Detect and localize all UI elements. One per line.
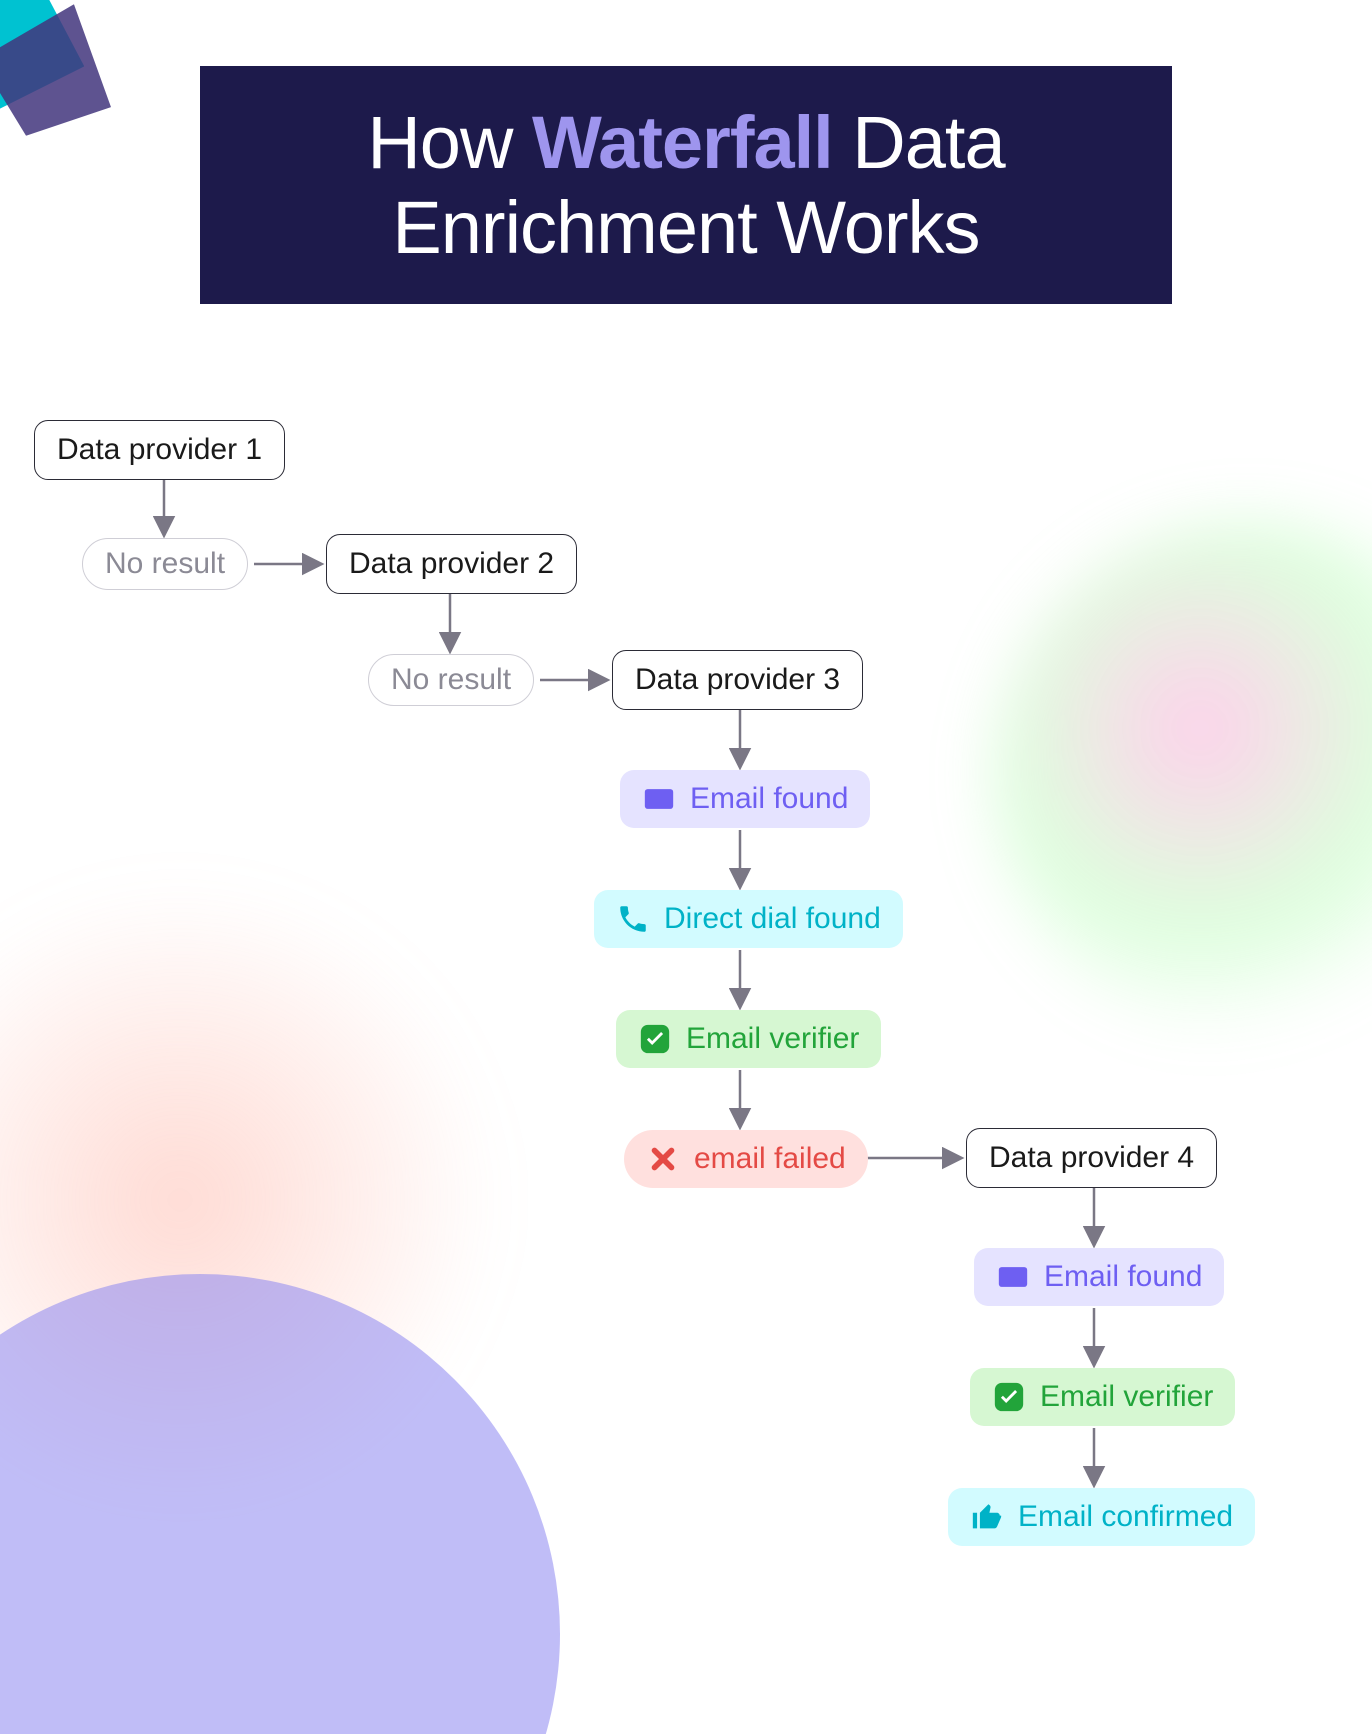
node-label: email failed (694, 1142, 846, 1176)
decorative-purple-circle (0, 1274, 560, 1734)
node-label: Data provider 4 (989, 1141, 1194, 1175)
node-label: Data provider 2 (349, 547, 554, 581)
node-label: Email verifier (686, 1022, 859, 1056)
node-label: Email found (1044, 1260, 1202, 1294)
node-email-found-1: Email found (620, 770, 870, 828)
decorative-blur-bottom-left (0, 880, 500, 1520)
thumbs-up-icon (970, 1500, 1004, 1534)
node-email-found-2: Email found (974, 1248, 1224, 1306)
node-direct-dial-found: Direct dial found (594, 890, 903, 948)
title-panel: How Waterfall Data Enrichment Works (200, 66, 1172, 304)
check-icon (992, 1380, 1026, 1414)
node-email-verifier-2: Email verifier (970, 1368, 1235, 1426)
node-no-result-1: No result (82, 538, 248, 590)
node-data-provider-1: Data provider 1 (34, 420, 285, 480)
node-email-failed: email failed (624, 1130, 868, 1188)
x-icon (646, 1142, 680, 1176)
mail-icon (996, 1260, 1030, 1294)
node-label: Data provider 3 (635, 663, 840, 697)
node-data-provider-2: Data provider 2 (326, 534, 577, 594)
title-highlight: Waterfall (532, 101, 833, 184)
phone-icon (616, 902, 650, 936)
mail-icon (642, 782, 676, 816)
title-pre: How (367, 101, 532, 184)
node-label: Data provider 1 (57, 433, 262, 467)
title-text: How Waterfall Data Enrichment Works (230, 100, 1142, 270)
decorative-shapes-top-left (0, 0, 200, 180)
node-email-verifier-1: Email verifier (616, 1010, 881, 1068)
node-no-result-2: No result (368, 654, 534, 706)
node-data-provider-3: Data provider 3 (612, 650, 863, 710)
diagram-canvas: How Waterfall Data Enrichment Works (0, 0, 1372, 1734)
node-label: Direct dial found (664, 902, 881, 936)
decorative-blur-right (992, 520, 1372, 1040)
node-label: No result (391, 663, 511, 697)
node-label: Email verifier (1040, 1380, 1213, 1414)
node-label: Email confirmed (1018, 1500, 1233, 1534)
node-data-provider-4: Data provider 4 (966, 1128, 1217, 1188)
node-label: Email found (690, 782, 848, 816)
check-icon (638, 1022, 672, 1056)
node-label: No result (105, 547, 225, 581)
node-email-confirmed: Email confirmed (948, 1488, 1255, 1546)
